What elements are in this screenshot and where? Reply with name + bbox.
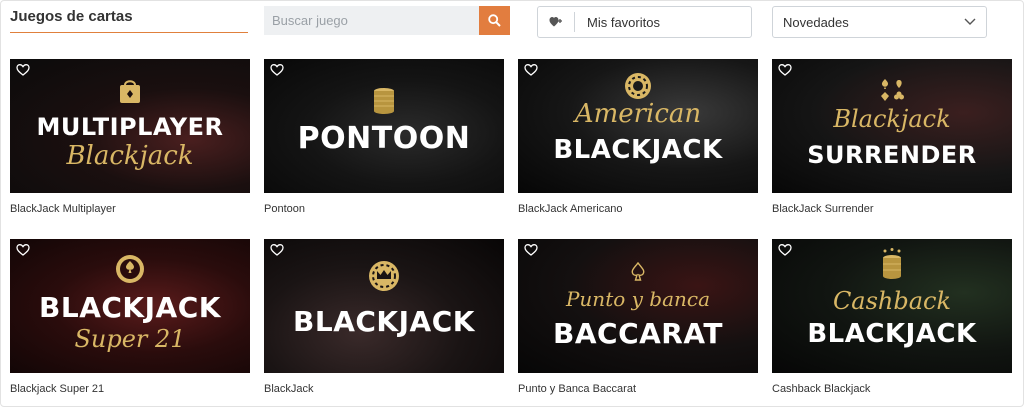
game-name[interactable]: Pontoon xyxy=(264,203,504,215)
game-name[interactable]: Punto y Banca Baccarat xyxy=(518,383,758,395)
chevron-down-icon xyxy=(964,18,976,25)
search-input[interactable] xyxy=(264,6,479,35)
game-card-american-blackjack[interactable]: American BLACKJACK BlackJack Americano xyxy=(518,59,758,215)
game-name[interactable]: Blackjack Super 21 xyxy=(10,383,250,395)
game-thumbnail[interactable]: PONTOON xyxy=(264,59,504,193)
game-thumbnail[interactable]: MULTIPLAYER Blackjack xyxy=(10,59,250,193)
game-logo-title: PONTOON xyxy=(297,121,471,156)
game-card-pontoon[interactable]: PONTOON Pontoon xyxy=(264,59,504,215)
heart-icon[interactable] xyxy=(16,243,30,257)
sort-selected-value: Novedades xyxy=(783,14,849,30)
search-icon xyxy=(488,14,501,27)
game-thumbnail[interactable]: American BLACKJACK xyxy=(518,59,758,193)
game-card-blackjack-super-21[interactable]: BLACKJACK Super 21 Blackjack Super 21 xyxy=(10,239,250,395)
game-card-blackjack-multiplayer[interactable]: MULTIPLAYER Blackjack BlackJack Multipla… xyxy=(10,59,250,215)
game-logo-subtitle: Blackjack xyxy=(833,105,951,133)
heart-icon[interactable] xyxy=(524,63,538,77)
game-logo-subtitle: Super 21 xyxy=(74,325,186,353)
heart-icon[interactable] xyxy=(778,243,792,257)
game-logo-title: BLACKJACK xyxy=(807,319,977,349)
game-name[interactable]: BlackJack xyxy=(264,383,504,395)
game-card-blackjack-surrender[interactable]: Blackjack SURRENDER BlackJack Surrender xyxy=(772,59,1012,215)
favorites-label: Mis favoritos xyxy=(587,14,660,30)
heart-icon[interactable] xyxy=(778,63,792,77)
crown-chip-icon xyxy=(369,261,399,291)
game-logo-title: BACCARAT xyxy=(553,317,723,350)
search-button[interactable] xyxy=(479,6,510,35)
game-thumbnail[interactable]: BLACKJACK xyxy=(264,239,504,373)
game-thumbnail[interactable]: Blackjack SURRENDER xyxy=(772,59,1012,193)
heart-plus-icon xyxy=(538,16,574,28)
spade-icon xyxy=(631,261,645,281)
game-logo-title: MULTIPLAYER xyxy=(36,113,224,141)
favorites-button[interactable]: Mis favoritos xyxy=(537,6,752,38)
game-name[interactable]: BlackJack Surrender xyxy=(772,203,1012,215)
search-bar xyxy=(264,6,510,35)
heart-icon[interactable] xyxy=(16,63,30,77)
heart-icon[interactable] xyxy=(270,63,284,77)
heart-icon[interactable] xyxy=(524,243,538,257)
spade-chip-icon xyxy=(116,255,144,283)
game-card-punto-y-banca-baccarat[interactable]: Punto y banca BACCARAT Punto y Banca Bac… xyxy=(518,239,758,395)
heart-icon[interactable] xyxy=(270,243,284,257)
page-title: Juegos de cartas xyxy=(10,6,248,33)
game-logo-subtitle: Blackjack xyxy=(66,141,194,171)
game-logo-subtitle: Cashback xyxy=(832,287,952,315)
game-logo-subtitle: Punto y banca xyxy=(565,287,711,311)
game-logo-title: SURRENDER xyxy=(807,141,977,169)
game-card-blackjack[interactable]: BLACKJACK BlackJack xyxy=(264,239,504,395)
game-name[interactable]: Cashback Blackjack xyxy=(772,383,1012,395)
game-thumbnail[interactable]: Punto y banca BACCARAT xyxy=(518,239,758,373)
game-card-cashback-blackjack[interactable]: Cashback BLACKJACK Cashback Blackjack xyxy=(772,239,1012,395)
game-logo-subtitle: American xyxy=(574,99,702,129)
chip-stack-stars-icon xyxy=(883,248,901,279)
chip-icon xyxy=(625,73,651,99)
chip-stack-icon xyxy=(374,88,394,114)
cards-bag-icon xyxy=(120,80,140,103)
game-logo-title: BLACKJACK xyxy=(39,291,221,324)
game-name[interactable]: BlackJack Multiplayer xyxy=(10,203,250,215)
game-thumbnail[interactable]: Cashback BLACKJACK xyxy=(772,239,1012,373)
game-name[interactable]: BlackJack Americano xyxy=(518,203,758,215)
game-logo-title: BLACKJACK xyxy=(293,305,475,338)
card-suits-icon xyxy=(881,79,904,101)
game-thumbnail[interactable]: BLACKJACK Super 21 xyxy=(10,239,250,373)
sort-select[interactable]: Novedades xyxy=(772,6,987,38)
game-logo-title: BLACKJACK xyxy=(553,135,723,165)
